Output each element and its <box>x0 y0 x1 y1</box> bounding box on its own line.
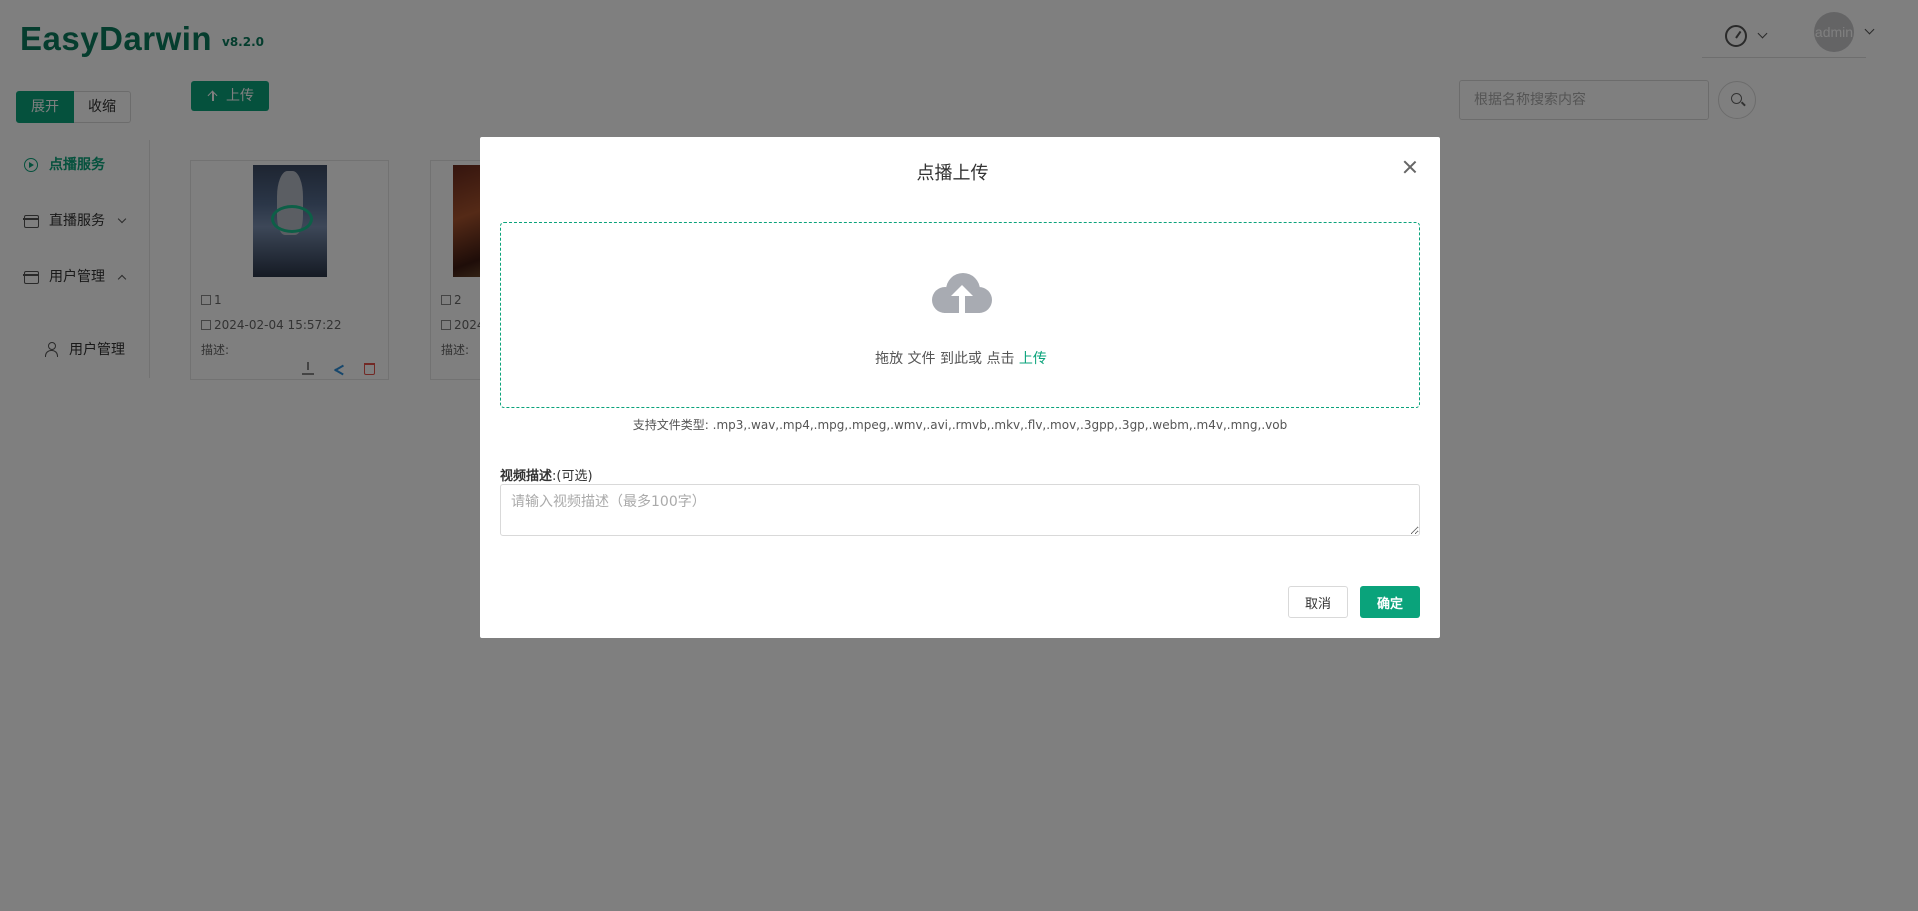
cancel-button[interactable]: 取消 <box>1288 586 1348 618</box>
description-label: 视频描述:(可选) <box>500 465 593 484</box>
description-label-text: 视频描述 <box>500 469 553 484</box>
dropzone-hint: 拖放 文件 到此或 点击 <box>875 351 1019 367</box>
confirm-button[interactable]: 确定 <box>1360 586 1420 618</box>
description-textarea[interactable] <box>500 484 1420 536</box>
app-root: EasyDarwin v8.2.0 admin 展开 收缩 上传 点播服务 直播… <box>0 0 1918 911</box>
cloud-upload-icon <box>932 273 992 321</box>
upload-dialog: 点播上传 拖放 文件 到此或 点击 上传 支持文件类型: .mp3,.wav,.… <box>480 137 1440 638</box>
upload-link[interactable]: 上传 <box>1019 351 1047 367</box>
dialog-title: 点播上传 <box>916 163 989 184</box>
description-optional-text: :(可选) <box>552 469 593 484</box>
supported-file-types: 支持文件类型: .mp3,.wav,.mp4,.mpg,.mpeg,.wmv,.… <box>632 418 1288 432</box>
close-icon[interactable] <box>1402 159 1418 175</box>
dropzone-text: 拖放 文件 到此或 点击 上传 <box>501 348 1421 368</box>
file-dropzone[interactable]: 拖放 文件 到此或 点击 上传 <box>500 222 1420 408</box>
